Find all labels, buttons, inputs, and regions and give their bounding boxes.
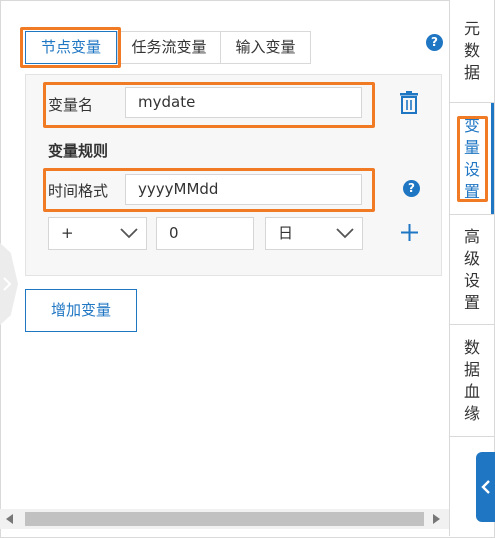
collapse-sidebar-button[interactable]: [476, 452, 495, 522]
highlight-tab: [20, 27, 121, 68]
chevron-down-icon: [120, 228, 138, 239]
scroll-left-icon[interactable]: [6, 514, 14, 524]
operator-value: +: [61, 224, 74, 242]
tab-workflow-variables[interactable]: 任务流变量: [117, 31, 221, 64]
add-variable-button[interactable]: 增加变量: [25, 289, 137, 332]
highlight-name-row: [43, 82, 375, 128]
operator-select[interactable]: +: [48, 217, 147, 250]
highlight-sidebar-item: [457, 116, 488, 202]
sidebar-item-label: 高级设置: [463, 226, 480, 312]
scrollbar-thumb[interactable]: [25, 512, 424, 526]
scroll-right-icon[interactable]: [433, 514, 441, 524]
tab-input-variables[interactable]: 输入变量: [220, 31, 311, 64]
trash-icon[interactable]: [399, 91, 419, 115]
sidebar-item-label: 元数据: [463, 19, 480, 82]
offset-input[interactable]: 0: [156, 217, 254, 250]
help-icon[interactable]: ?: [403, 180, 420, 197]
highlight-format-row: [43, 168, 375, 212]
help-icon[interactable]: ?: [426, 34, 443, 51]
chevron-left-icon: [481, 480, 490, 494]
chevron-down-icon: [336, 228, 354, 239]
sidebar-item-data-lineage[interactable]: 数据血缘: [450, 325, 494, 437]
unit-value: 日: [278, 224, 294, 242]
sidebar-item-advanced-settings[interactable]: 高级设置: [450, 215, 494, 325]
sidebar-item-label: 数据血缘: [463, 337, 480, 423]
variable-rule-title: 变量规则: [48, 142, 109, 160]
plus-icon[interactable]: [401, 224, 418, 241]
chevron-right-icon: [3, 277, 12, 291]
sidebar-item-metadata[interactable]: 元数据: [450, 0, 494, 103]
unit-select[interactable]: 日: [265, 217, 363, 250]
